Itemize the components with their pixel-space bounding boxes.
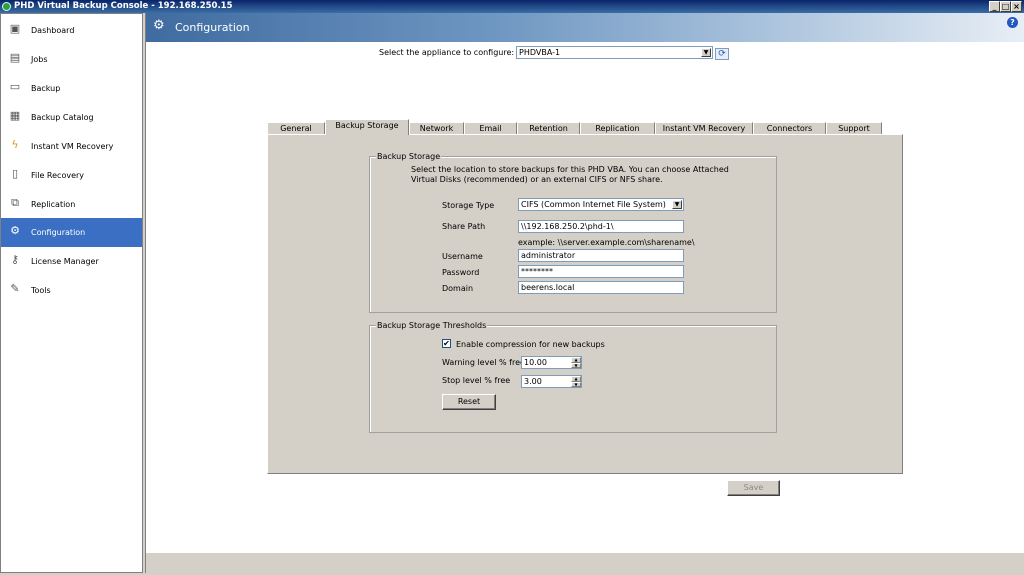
maximize-button[interactable]: □ bbox=[1000, 1, 1011, 12]
stop-level-stepper[interactable]: 3.00 ▲ ▼ bbox=[521, 375, 582, 388]
spin-down-icon[interactable]: ▼ bbox=[571, 362, 581, 368]
tab-backup-storage[interactable]: Backup Storage bbox=[325, 119, 409, 135]
sidebar-item-label: Instant VM Recovery bbox=[31, 142, 114, 151]
domain-label: Domain bbox=[442, 284, 474, 293]
lightning-icon: ϟ bbox=[11, 138, 19, 151]
window-title: PHD Virtual Backup Console - 192.168.250… bbox=[14, 1, 233, 11]
appliance-label: Select the appliance to configure: bbox=[379, 48, 515, 57]
sidebar-item-file-recovery[interactable]: ▯ File Recovery bbox=[1, 161, 142, 190]
backup-icon: ▭ bbox=[9, 80, 21, 93]
appliance-select[interactable]: PHDVBA-1 ▼ bbox=[516, 46, 713, 59]
page-header: ⚙ Configuration bbox=[146, 13, 1024, 42]
main-content: ⚙ Configuration ? Select the appliance t… bbox=[145, 13, 1024, 573]
app-icon bbox=[2, 2, 11, 11]
stop-level-value: 3.00 bbox=[524, 377, 542, 386]
sidebar-item-instant-vm-recovery[interactable]: ϟ Instant VM Recovery bbox=[1, 132, 142, 161]
backup-thresholds-group: Backup Storage Thresholds ✔ Enable compr… bbox=[369, 321, 777, 433]
sidebar: ▣ Dashboard ▤ Jobs ▭ Backup ▦ Backup Cat… bbox=[0, 13, 143, 573]
sidebar-item-dashboard[interactable]: ▣ Dashboard bbox=[1, 16, 142, 45]
replication-icon: ⧉ bbox=[11, 196, 19, 209]
storage-type-select[interactable]: CIFS (Common Internet File System) ▼ bbox=[518, 198, 684, 211]
wrench-icon: ✎ bbox=[10, 282, 20, 295]
chevron-down-icon[interactable]: ▼ bbox=[701, 48, 711, 57]
compression-checkbox[interactable]: ✔ bbox=[442, 339, 451, 348]
save-button[interactable]: Save bbox=[727, 480, 780, 496]
password-label: Password bbox=[442, 268, 480, 277]
username-label: Username bbox=[442, 252, 483, 261]
backup-storage-group: Backup Storage Select the location to st… bbox=[369, 152, 777, 313]
catalog-icon: ▦ bbox=[9, 109, 21, 122]
sidebar-item-label: Dashboard bbox=[31, 26, 75, 35]
help-icon[interactable]: ? bbox=[1007, 17, 1018, 28]
key-icon: ⚷ bbox=[10, 253, 20, 266]
warning-level-stepper[interactable]: 10.00 ▲ ▼ bbox=[521, 356, 582, 369]
reset-button[interactable]: Reset bbox=[442, 394, 496, 410]
sidebar-item-label: License Manager bbox=[31, 257, 99, 266]
stop-level-label: Stop level % free bbox=[442, 376, 511, 385]
storage-description: Select the location to store backups for… bbox=[411, 165, 729, 184]
page-title: Configuration bbox=[175, 21, 250, 34]
sidebar-item-label: Backup bbox=[31, 84, 61, 93]
share-path-label: Share Path bbox=[442, 222, 486, 231]
sidebar-item-backup-catalog[interactable]: ▦ Backup Catalog bbox=[1, 103, 142, 132]
tab-panel-backup-storage: Backup Storage Select the location to st… bbox=[267, 134, 903, 474]
group-legend: Backup Storage Thresholds bbox=[376, 321, 488, 330]
sidebar-item-jobs[interactable]: ▤ Jobs bbox=[1, 45, 142, 74]
sidebar-item-configuration[interactable]: ⚙ Configuration bbox=[1, 218, 142, 247]
spin-down-icon[interactable]: ▼ bbox=[571, 381, 581, 387]
minimize-button[interactable]: _ bbox=[989, 1, 1000, 12]
window-titlebar: PHD Virtual Backup Console - 192.168.250… bbox=[0, 0, 1024, 13]
compression-label: Enable compression for new backups bbox=[456, 340, 605, 349]
sidebar-item-label: Jobs bbox=[31, 55, 48, 64]
domain-field[interactable]: beerens.local bbox=[518, 281, 684, 294]
sidebar-item-tools[interactable]: ✎ Tools bbox=[1, 276, 142, 305]
jobs-icon: ▤ bbox=[9, 51, 21, 64]
spinner-buttons: ▲ ▼ bbox=[571, 376, 581, 387]
config-tabs: General Backup Storage Network Email Ret… bbox=[267, 119, 903, 135]
sidebar-item-label: Configuration bbox=[31, 228, 86, 237]
chevron-down-icon[interactable]: ▼ bbox=[672, 200, 682, 209]
gear-icon: ⚙ bbox=[10, 224, 20, 237]
dashboard-icon: ▣ bbox=[9, 22, 21, 35]
storage-type-label: Storage Type bbox=[442, 201, 495, 210]
gear-icon: ⚙ bbox=[153, 18, 165, 33]
status-bar bbox=[146, 553, 1024, 573]
sidebar-item-label: Replication bbox=[31, 200, 76, 209]
sidebar-item-license-manager[interactable]: ⚷ License Manager bbox=[1, 247, 142, 276]
sidebar-item-replication[interactable]: ⧉ Replication bbox=[1, 190, 142, 219]
appliance-value: PHDVBA-1 bbox=[519, 48, 561, 57]
sidebar-item-label: Tools bbox=[31, 286, 51, 295]
share-path-field[interactable]: \\192.168.250.2\phd-1\ bbox=[518, 220, 684, 233]
storage-type-value: CIFS (Common Internet File System) bbox=[521, 200, 666, 209]
refresh-icon[interactable]: ⟳ bbox=[715, 48, 729, 60]
group-legend: Backup Storage bbox=[376, 152, 442, 161]
username-field[interactable]: administrator bbox=[518, 249, 684, 262]
sidebar-item-label: Backup Catalog bbox=[31, 113, 94, 122]
sidebar-item-label: File Recovery bbox=[31, 171, 85, 180]
warning-level-value: 10.00 bbox=[524, 358, 547, 367]
close-button[interactable]: × bbox=[1011, 1, 1022, 12]
password-field[interactable]: ******** bbox=[518, 265, 684, 278]
sidebar-item-backup[interactable]: ▭ Backup bbox=[1, 74, 142, 103]
share-path-example: example: \\server.example.com\sharename\ bbox=[518, 238, 695, 247]
warning-level-label: Warning level % free bbox=[442, 358, 525, 367]
spinner-buttons: ▲ ▼ bbox=[571, 357, 581, 368]
file-icon: ▯ bbox=[11, 167, 19, 180]
